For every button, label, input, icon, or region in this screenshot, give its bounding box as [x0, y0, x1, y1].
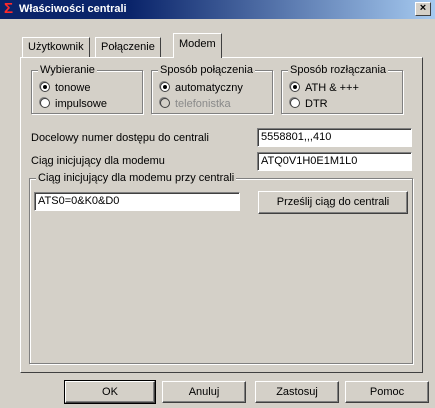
radio-checked-icon	[40, 82, 50, 92]
modem-init-label: Ciąg inicjujący dla modemu	[31, 155, 165, 167]
radio-tonowe[interactable]: tonowe	[40, 81, 90, 95]
apply-button[interactable]: Zastosuj	[255, 381, 339, 403]
radio-unchecked-icon	[160, 98, 170, 108]
disconnect-group-title: Sposób rozłączania	[288, 63, 389, 77]
radio-dtr[interactable]: DTR	[290, 97, 328, 111]
radio-automatyczny[interactable]: automatyczny	[160, 81, 243, 95]
cancel-button[interactable]: Anuluj	[162, 381, 246, 403]
dialing-group: Wybieranie tonowe impulsowe	[31, 63, 143, 114]
sigma-icon: Σ	[4, 0, 14, 17]
connect-group: Sposób połączenia automatyczny telefonis…	[151, 63, 273, 114]
radio-checked-icon	[160, 82, 170, 92]
central-init-field[interactable]: ATS0=0&K0&D0	[34, 192, 240, 211]
radio-telefonistka: telefonistka	[160, 97, 231, 111]
help-button[interactable]: Pomoc	[345, 381, 429, 403]
window-title: Właściwości centrali	[19, 3, 127, 15]
radio-ath[interactable]: ATH & +++	[290, 81, 359, 95]
modem-panel: Wybieranie tonowe impulsowe Sposób połąc…	[20, 57, 423, 373]
ok-button[interactable]: OK	[64, 380, 156, 404]
access-number-label: Docelowy numer dostępu do centrali	[31, 132, 209, 144]
radio-unchecked-icon	[40, 98, 50, 108]
disconnect-group: Sposób rozłączania ATH & +++ DTR	[281, 63, 403, 114]
access-number-field[interactable]: 5558801,,,410	[257, 128, 412, 147]
radio-checked-icon	[290, 82, 300, 92]
radio-unchecked-icon	[290, 98, 300, 108]
dialing-group-title: Wybieranie	[38, 63, 97, 77]
central-init-group: Ciąg inicjujący dla modemu przy centrali…	[29, 171, 413, 364]
title-bar: Σ Właściwości centrali ×	[0, 0, 435, 19]
tab-modem[interactable]: Modem	[173, 33, 222, 58]
close-button[interactable]: ×	[415, 2, 431, 16]
tab-polaczenie[interactable]: Połączenie	[95, 37, 161, 57]
connect-group-title: Sposób połączenia	[158, 63, 255, 77]
tab-uzytkownik[interactable]: Użytkownik	[22, 37, 90, 57]
modem-init-field[interactable]: ATQ0V1H0E1M1L0	[257, 152, 412, 171]
central-init-group-title: Ciąg inicjujący dla modemu przy centrali	[36, 171, 237, 185]
send-to-central-button[interactable]: Prześlij ciąg do centrali	[258, 191, 408, 214]
radio-impulsowe[interactable]: impulsowe	[40, 97, 107, 111]
